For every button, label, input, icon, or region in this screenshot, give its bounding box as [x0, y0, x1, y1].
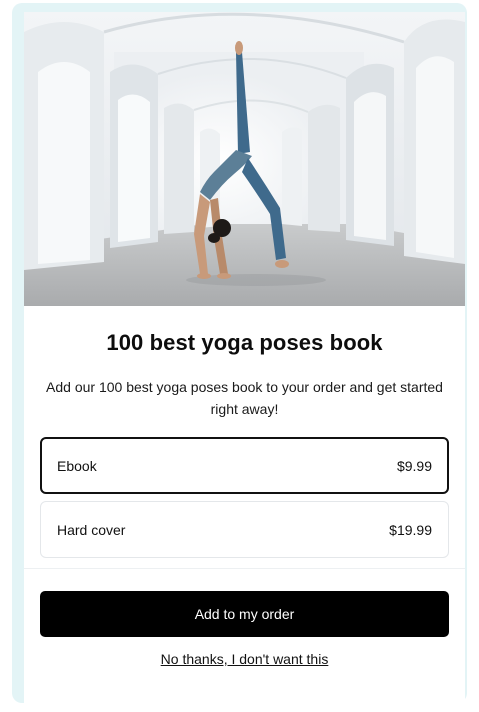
yoga-photo-illustration [24, 12, 465, 306]
upsell-card: 100 best yoga poses book Add our 100 bes… [24, 12, 465, 712]
upsell-frame: 100 best yoga poses book Add our 100 bes… [12, 3, 467, 712]
product-image [24, 12, 465, 306]
format-options: Ebook $9.99 Hard cover $19.99 [40, 437, 449, 558]
option-hard-cover-label: Hard cover [57, 521, 126, 538]
decline-link[interactable]: No thanks, I don't want this [24, 651, 465, 667]
offer-description: Add our 100 best yoga poses book to your… [46, 379, 443, 417]
offer-title: 100 best yoga poses book [106, 330, 383, 355]
option-ebook[interactable]: Ebook $9.99 [40, 437, 449, 494]
option-ebook-price: $9.99 [396, 457, 432, 474]
divider [24, 568, 465, 569]
option-hard-cover[interactable]: Hard cover $19.99 [40, 501, 449, 558]
option-ebook-label: Ebook [57, 457, 97, 474]
add-to-order-button[interactable]: Add to my order [40, 591, 449, 637]
option-hard-cover-price: $19.99 [389, 521, 432, 538]
